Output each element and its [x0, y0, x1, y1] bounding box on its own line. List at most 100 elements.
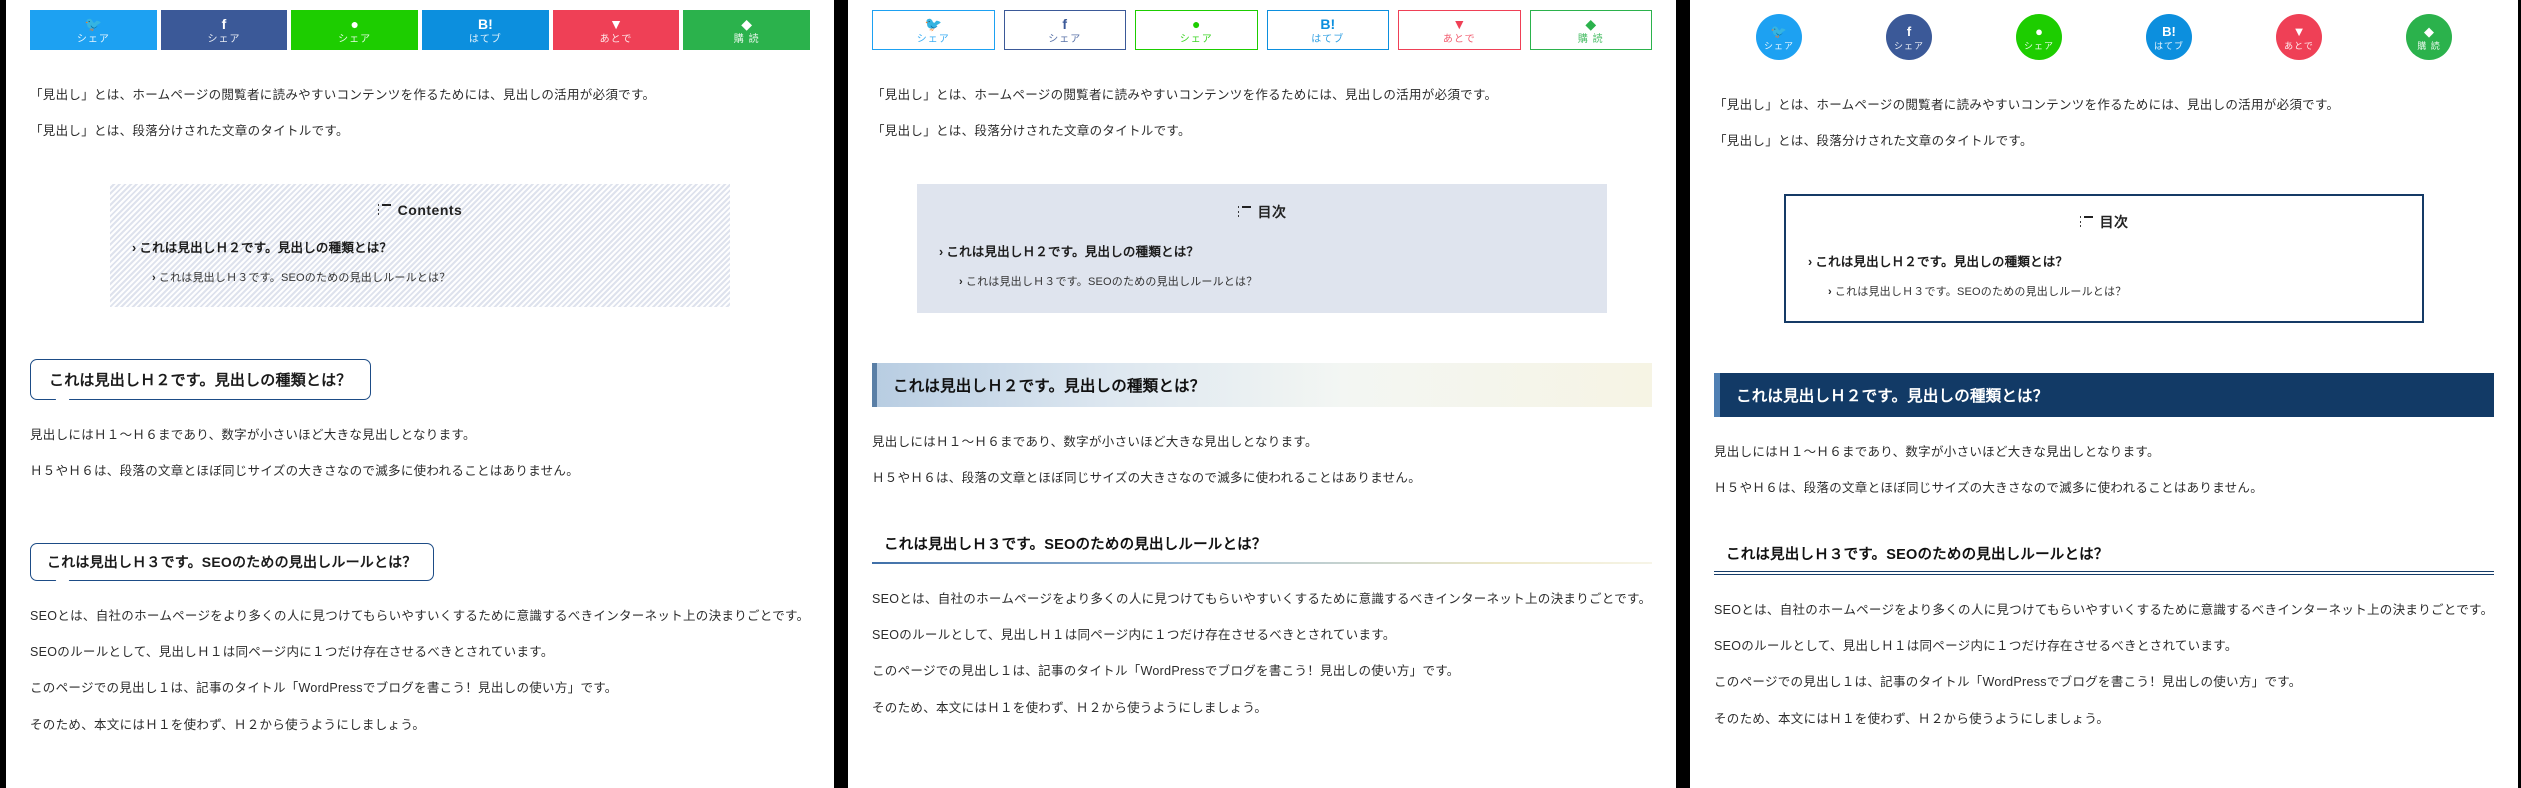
body-paragraph: SEOとは、自社のホームページをより多くの人に見つけてもらいやすいくするために意… [1714, 602, 2494, 617]
body-paragraph: 見出しにはＨ１〜Ｈ６まであり、数字が小さいほど大きな見出しとなります。 [872, 434, 1318, 449]
share-button-label: はてブ [468, 33, 502, 45]
share-button-pocket[interactable]: ▼ あとで [552, 10, 680, 50]
share-button-label: シェア [1893, 41, 1924, 51]
share-button-line[interactable]: ● シェア [1135, 10, 1258, 50]
chevron-right-icon: › [939, 244, 944, 259]
body-paragraph: このページでの見出し１は、記事のタイトル「WordPressでブログを書こう！見… [872, 664, 1460, 679]
share-button-label: シェア [338, 33, 372, 45]
list-icon [2079, 216, 2093, 228]
h3-body: SEOとは、自社のホームページをより多くの人に見つけてもらいやすいくするために意… [872, 590, 1652, 719]
share-button-label: シェア [1048, 33, 1082, 45]
share-button-feedly[interactable]: ◆ 購 読 [1529, 10, 1652, 50]
share-button-feedly[interactable]: ◆ 購 読 [683, 10, 811, 50]
toc-title-label: Contents [397, 201, 463, 218]
share-button-twitter[interactable]: 🐦 シェア [30, 10, 157, 50]
chevron-right-icon: › [959, 275, 963, 288]
share-button-line[interactable]: ● シェア [291, 10, 419, 50]
share-button-twitter[interactable]: 🐦 シェア [872, 10, 995, 50]
share-button-pocket[interactable]: ▼ あとで [1398, 10, 1521, 50]
chevron-right-icon: › [1808, 254, 1813, 269]
toc-item-level2[interactable]: › これは見出しＨ３です。SEOのための見出しルールとは？ [132, 269, 708, 285]
h2-body: 見出しにはＨ１〜Ｈ６まであり、数字が小さいほど大きな見出しとなります。 Ｈ５やＨ… [1714, 443, 2494, 499]
facebook-f-icon: f [221, 15, 227, 32]
h2-body: 見出しにはＨ１〜Ｈ６まであり、数字が小さいほど大きな見出しとなります。 Ｈ５やＨ… [872, 433, 1652, 489]
share-button-line[interactable]: ● シェア [2016, 14, 2062, 60]
body-paragraph: そのため、本文にはＨ１を使わず、Ｈ２から使うようにしましょう。 [1714, 711, 2110, 726]
pocket-icon: ▼ [2292, 23, 2306, 39]
share-button-label: はてブ [2153, 41, 2184, 51]
h3-body: SEOとは、自社のホームページをより多くの人に見つけてもらいやすいくするために意… [30, 607, 810, 736]
heading-h3: これは見出しＨ３です。SEOのための見出しルールとは？ [30, 542, 434, 581]
toc-item-label: これは見出しＨ３です。SEOのための見出しルールとは？ [965, 275, 1258, 288]
toc-title-label: 目次 [2099, 213, 2129, 230]
share-button-facebook[interactable]: f シェア [1886, 14, 1932, 60]
share-button-twitter[interactable]: 🐦 シェア [1756, 14, 1802, 60]
list-icon [1237, 206, 1251, 218]
twitter-bird-icon: 🐦 [84, 15, 103, 32]
toc-item-label: これは見出しＨ３です。SEOのための見出しルールとは？ [1834, 285, 2127, 298]
body-paragraph: Ｈ５やＨ６は、段落の文章とほぼ同じサイズの大きさなので滅多に使われることはありま… [30, 464, 580, 479]
hatena-bookmark-icon: B! [1320, 15, 1336, 32]
toc-title: 目次 [1808, 212, 2400, 232]
share-button-label: シェア [1763, 41, 1794, 51]
body-paragraph: 見出しにはＨ１〜Ｈ６まであり、数字が小さいほど大きな見出しとなります。 [30, 427, 476, 442]
body-paragraph: SEOのルールとして、見出しＨ１は同ページ内に１つだけ存在させるべきとされていま… [1714, 638, 2238, 653]
share-button-label: 購 読 [733, 33, 760, 45]
share-button-bar: 🐦 シェア f シェア ● シェア B! はてブ ▼ あとで ◆ 購 読 [872, 0, 1652, 50]
heading-h3: これは見出しＨ３です。SEOのための見出しルールとは？ [872, 532, 1652, 564]
line-balloon-icon: ● [1192, 15, 1201, 32]
toc-item-level2[interactable]: › これは見出しＨ３です。SEOのための見出しルールとは？ [1808, 283, 2400, 299]
share-button-label: あとで [2284, 41, 2314, 51]
body-paragraph: Ｈ５やＨ６は、段落の文章とほぼ同じサイズの大きさなので滅多に使われることはありま… [1714, 481, 2264, 496]
toc-item-label: これは見出しＨ３です。SEOのための見出しルールとは？ [158, 271, 451, 284]
chevron-right-icon: › [152, 271, 156, 284]
share-button-label: あとで [599, 33, 633, 45]
body-paragraph: SEOのルールとして、見出しＨ１は同ページ内に１つだけ存在させるべきとされていま… [872, 627, 1396, 642]
hatena-bookmark-icon: B! [477, 15, 493, 32]
pocket-icon: ▼ [609, 15, 623, 32]
share-button-label: シェア [207, 33, 241, 45]
toc-item-level1[interactable]: › これは見出しＨ２です。見出しの種類とは？ [939, 241, 1585, 260]
lede-paragraph: 「見出し」とは、段落分けされた文章のタイトルです。 [30, 124, 349, 139]
list-icon [377, 204, 391, 216]
share-button-facebook[interactable]: f シェア [1003, 10, 1126, 50]
pocket-icon: ▼ [1452, 15, 1467, 32]
share-button-bar: 🐦 シェア f シェア ● シェア B! はてブ ▼ あとで ◆ 購 読 [30, 0, 811, 50]
body-paragraph: 見出しにはＨ１〜Ｈ６まであり、数字が小さいほど大きな見出しとなります。 [1714, 444, 2160, 459]
share-button-hatena[interactable]: B! はてブ [2146, 14, 2192, 60]
share-button-pocket[interactable]: ▼ あとで [2276, 14, 2322, 60]
share-button-hatena[interactable]: B! はてブ [1266, 10, 1389, 50]
lede-paragraph: 「見出し」とは、ホームページの閲覧者に読みやすいコンテンツを作るためには、見出し… [1714, 98, 2340, 112]
toc-item-level1[interactable]: › これは見出しＨ２です。見出しの種類とは？ [132, 237, 708, 256]
lede-paragraphs: 「見出し」とは、ホームページの閲覧者に読みやすいコンテンツを作るためには、見出し… [30, 50, 810, 142]
h2-body: 見出しにはＨ１〜Ｈ６まであり、数字が小さいほど大きな見出しとなります。 Ｈ５やＨ… [30, 426, 810, 482]
share-button-feedly[interactable]: ◆ 購 読 [2406, 14, 2452, 60]
twitter-bird-icon: 🐦 [1770, 23, 1788, 39]
feedly-icon: ◆ [2424, 23, 2434, 39]
toc-title: 目次 [939, 202, 1585, 222]
line-balloon-icon: ● [2035, 23, 2043, 39]
share-button-label: シェア [2023, 41, 2054, 51]
share-button-hatena[interactable]: B! はてブ [422, 10, 549, 50]
heading-h2: これは見出しＨ２です。見出しの種類とは？ [872, 362, 1652, 407]
toc-item-label: これは見出しＨ２です。見出しの種類とは？ [946, 244, 1200, 259]
screenshot-stage: 🐦 シェア f シェア ● シェア B! はてブ ▼ あとで ◆ 購 読 「見出し」とは、ホームページ… [0, 0, 2521, 788]
toc-item-level2[interactable]: › これは見出しＨ３です。SEOのための見出しルールとは？ [939, 273, 1585, 289]
share-button-label: シェア [76, 33, 110, 45]
hatena-bookmark-icon: B! [2162, 23, 2176, 39]
body-paragraph: このページでの見出し１は、記事のタイトル「WordPressでブログを書こう！見… [30, 681, 618, 696]
body-paragraph: SEOとは、自社のホームページをより多くの人に見つけてもらいやすいくするために意… [30, 608, 810, 623]
share-button-label: シェア [916, 33, 950, 45]
lede-paragraph: 「見出し」とは、段落分けされた文章のタイトルです。 [872, 124, 1191, 139]
theme-preview-panel-2: 🐦 シェア f シェア ● シェア B! はてブ ▼ あとで ◆ 購 読 「見出し」とは、ホームページ… [848, 0, 1676, 788]
lede-paragraphs: 「見出し」とは、ホームページの閲覧者に読みやすいコンテンツを作るためには、見出し… [1714, 60, 2494, 152]
share-button-facebook[interactable]: f シェア [160, 10, 288, 50]
body-paragraph: このページでの見出し１は、記事のタイトル「WordPressでブログを書こう！見… [1714, 675, 2302, 690]
share-button-label: 購 読 [2417, 41, 2441, 51]
share-button-label: あとで [1442, 33, 1476, 45]
body-paragraph: Ｈ５やＨ６は、段落の文章とほぼ同じサイズの大きさなので滅多に使われることはありま… [872, 471, 1422, 486]
toc-item-level1[interactable]: › これは見出しＨ２です。見出しの種類とは？ [1808, 251, 2400, 270]
heading-h2: これは見出しＨ２です。見出しの種類とは？ [1714, 372, 2494, 417]
body-paragraph: SEOのルールとして、見出しＨ１は同ページ内に１つだけ存在させるべきとされていま… [30, 644, 554, 659]
chevron-right-icon: › [132, 240, 137, 255]
